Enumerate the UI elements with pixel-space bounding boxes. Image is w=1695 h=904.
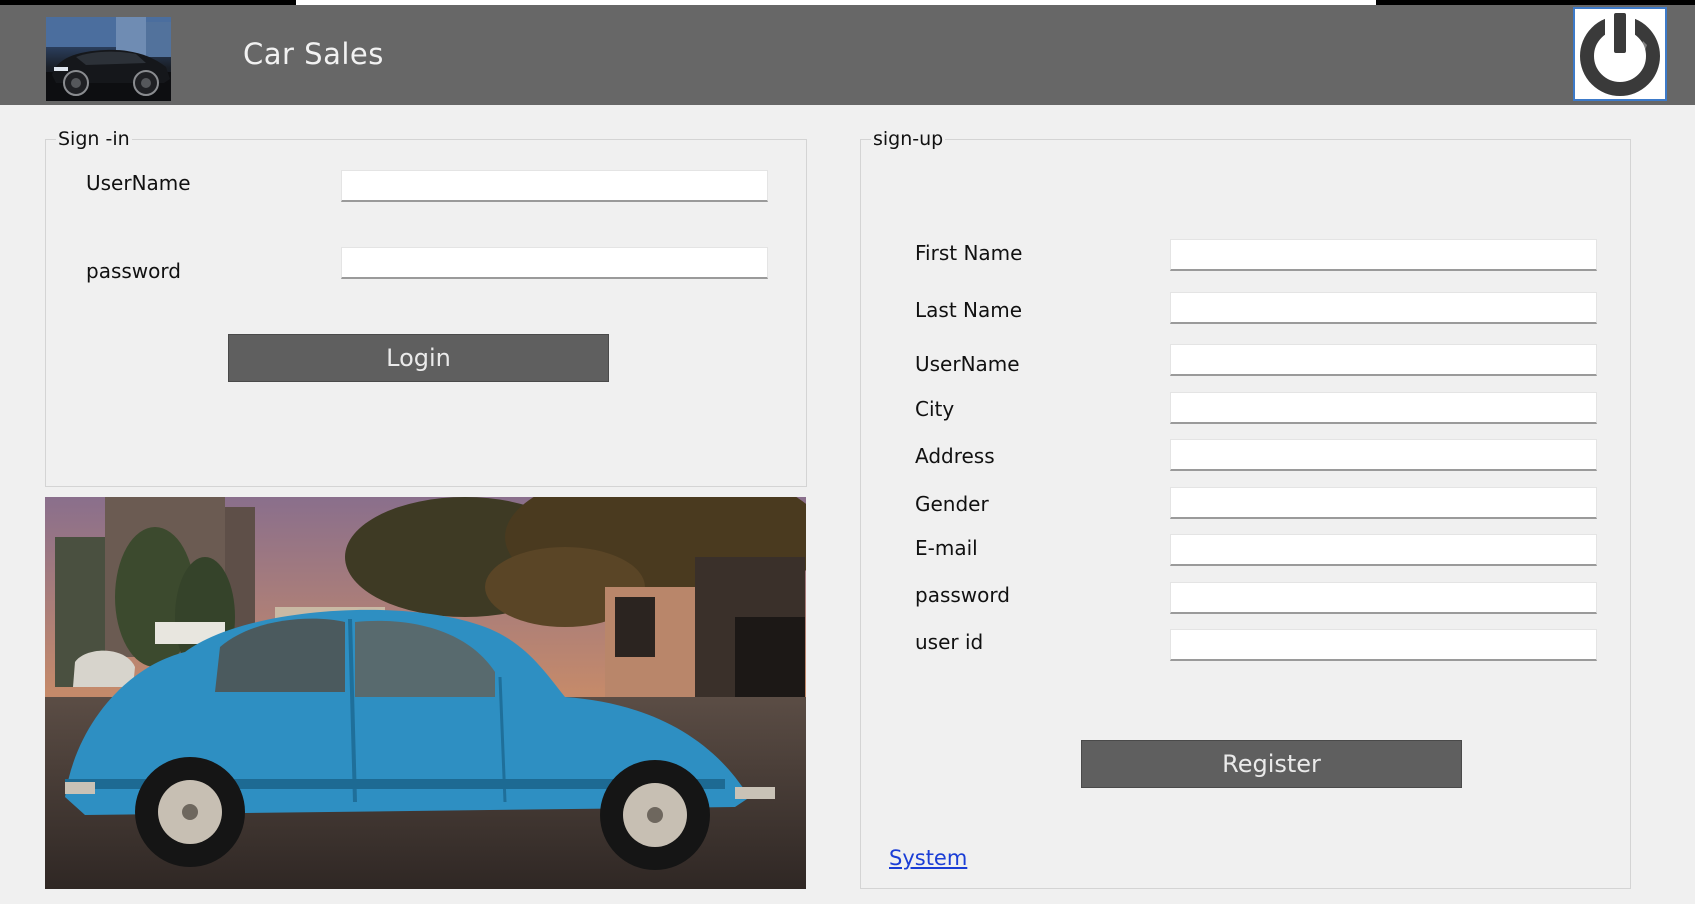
header-bar: Car Sales	[0, 5, 1695, 105]
power-icon	[1580, 13, 1660, 96]
last-name-label: Last Name	[915, 298, 1023, 322]
gender-input[interactable]	[1170, 487, 1597, 519]
address-input[interactable]	[1170, 439, 1597, 471]
last-name-input[interactable]	[1170, 292, 1597, 324]
signup-legend: sign-up	[873, 128, 944, 150]
signin-password-label: password	[86, 259, 181, 283]
signin-legend: Sign -in	[58, 128, 130, 150]
signin-username-label: UserName	[86, 171, 191, 195]
login-button[interactable]: Login	[228, 334, 609, 382]
city-label: City	[915, 397, 955, 421]
first-name-input[interactable]	[1170, 239, 1597, 271]
user-id-input[interactable]	[1170, 629, 1597, 661]
signup-password-label: password	[915, 583, 1010, 607]
email-input[interactable]	[1170, 534, 1597, 566]
city-input[interactable]	[1170, 392, 1597, 424]
user-id-label: user id	[915, 630, 984, 654]
app-title: Car Sales	[243, 37, 384, 71]
gender-label: Gender	[915, 492, 989, 516]
signin-username-input[interactable]	[341, 170, 768, 202]
signup-username-label: UserName	[915, 352, 1020, 376]
signup-username-input[interactable]	[1170, 344, 1597, 376]
first-name-label: First Name	[915, 241, 1023, 265]
register-button[interactable]: Register	[1081, 740, 1462, 788]
email-label: E-mail	[915, 536, 978, 560]
power-button[interactable]	[1573, 7, 1667, 101]
signup-password-input[interactable]	[1170, 582, 1597, 614]
car-photo	[45, 497, 806, 889]
address-label: Address	[915, 444, 995, 468]
car-logo-image	[46, 17, 171, 101]
signin-password-input[interactable]	[341, 247, 768, 279]
system-link[interactable]: System	[889, 846, 967, 870]
